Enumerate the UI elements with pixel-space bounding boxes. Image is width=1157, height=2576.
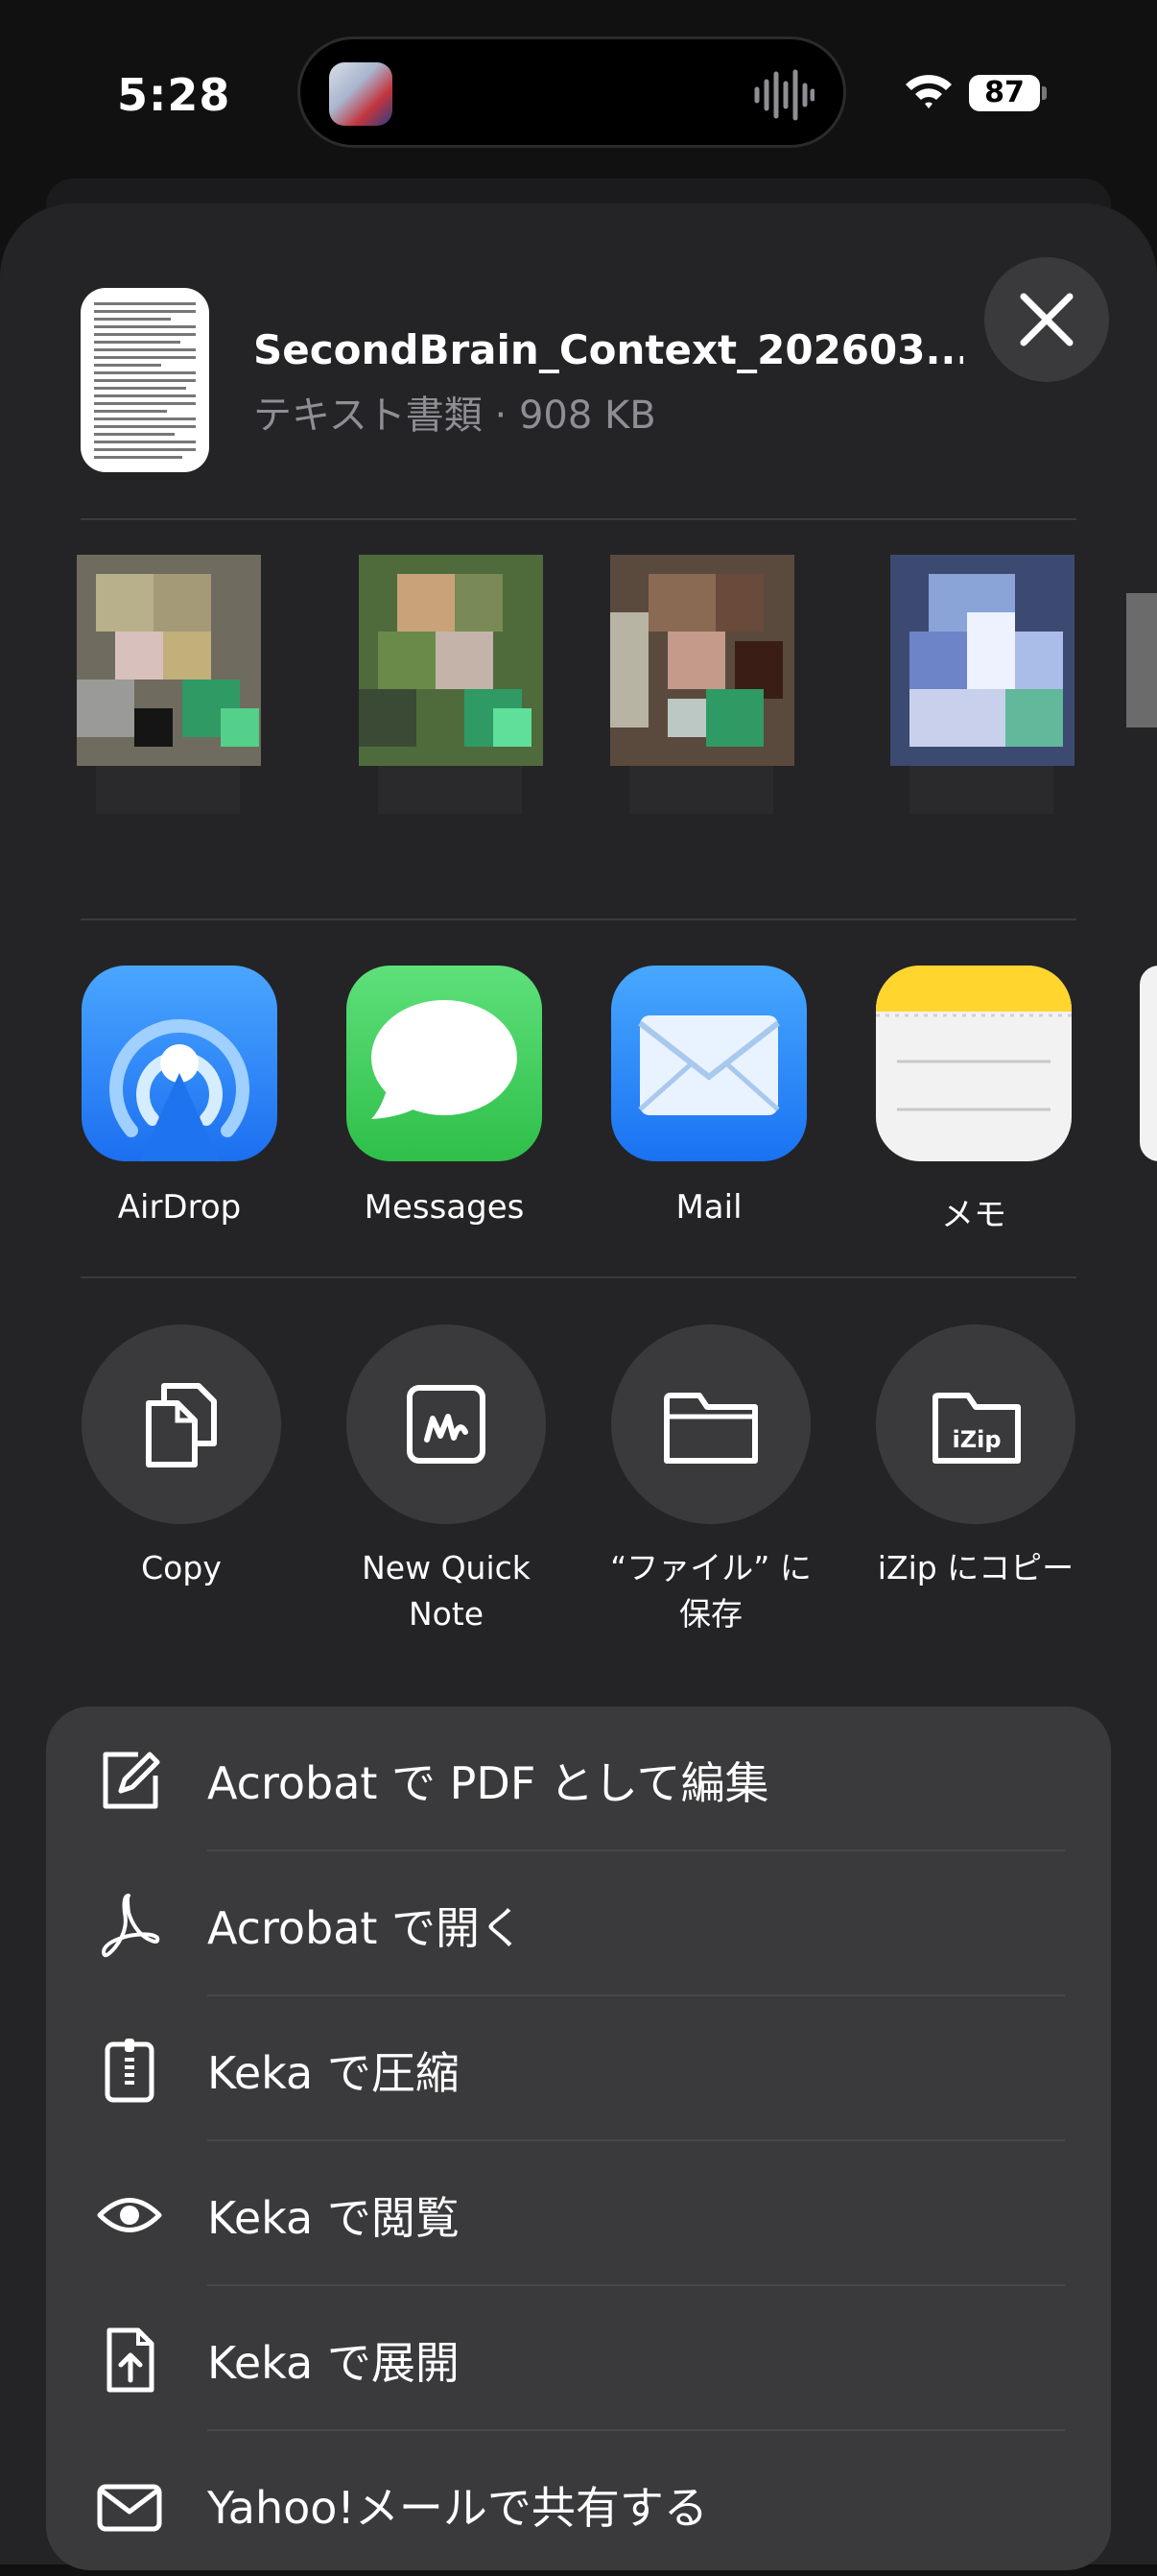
app-thumbnail-icon xyxy=(329,62,392,126)
menu-item-acrobat-edit[interactable]: Acrobat で PDF として編集 xyxy=(46,1706,1111,1851)
menu-item-label: Acrobat で PDF として編集 xyxy=(207,1757,769,1809)
menu-item-label: Acrobat で開く xyxy=(207,1902,525,1954)
messages-icon xyxy=(346,966,542,1161)
menu-item-keka-extract[interactable]: Keka で展開 xyxy=(46,2286,1111,2431)
copy-icon xyxy=(146,1383,217,1467)
app-label: メモ xyxy=(941,1196,1006,1234)
actions-list: Acrobat で PDF として編集 Acrobat で開く Keka で圧縮… xyxy=(46,1706,1111,2570)
menu-item-label: Keka で閲覧 xyxy=(207,2192,460,2244)
battery-icon: 87 xyxy=(969,75,1040,111)
eye-icon xyxy=(97,2198,162,2232)
notes-icon xyxy=(876,966,1072,1161)
action-label: “ファイル” に 保存 xyxy=(610,1549,812,1633)
action-label: Copy xyxy=(141,1549,222,1586)
avatar xyxy=(1126,593,1157,727)
avatar xyxy=(610,555,794,814)
close-button[interactable] xyxy=(984,257,1109,382)
wifi-icon xyxy=(906,75,952,108)
izip-icon-text: iZip xyxy=(952,1426,1001,1453)
action-copy-to-izip[interactable]: iZip iZip にコピー xyxy=(861,1324,1091,1591)
action-save-to-files[interactable]: “ファイル” に 保存 xyxy=(596,1324,826,1637)
app-partial-icon xyxy=(1140,966,1157,1161)
action-new-quick-note[interactable]: New Quick Note xyxy=(331,1324,561,1637)
app-airdrop[interactable]: AirDrop xyxy=(71,966,288,1227)
file-thumbnail xyxy=(81,288,209,472)
app-messages[interactable]: Messages xyxy=(336,966,553,1227)
envelope-icon xyxy=(97,2484,162,2532)
menu-item-keka-view[interactable]: Keka で閲覧 xyxy=(46,2141,1111,2286)
separator xyxy=(81,1276,1076,1278)
menu-item-label: Yahoo!メールで共有する xyxy=(207,2482,708,2534)
airdrop-icon xyxy=(82,966,277,1161)
menu-item-yahoo-mail[interactable]: Yahoo!メールで共有する xyxy=(46,2431,1111,2576)
status-time: 5:28 xyxy=(117,69,231,121)
person-suggestion-2[interactable] xyxy=(340,555,562,823)
app-partial[interactable] xyxy=(1140,966,1157,1161)
file-name: SecondBrain_Context_202603... xyxy=(253,326,963,373)
action-label: New Quick Note xyxy=(362,1549,531,1633)
quick-note-icon xyxy=(407,1385,485,1464)
person-suggestion-3[interactable] xyxy=(591,555,814,823)
menu-item-keka-compress[interactable]: Keka で圧縮 xyxy=(46,1996,1111,2141)
app-label: Messages xyxy=(364,1188,525,1227)
folder-icon xyxy=(664,1393,758,1464)
app-label: AirDrop xyxy=(117,1188,242,1227)
menu-item-label: Keka で圧縮 xyxy=(207,2047,460,2099)
voice-waveform-icon xyxy=(754,69,815,121)
menu-item-acrobat-open[interactable]: Acrobat で開く xyxy=(46,1851,1111,1996)
avatar xyxy=(359,555,543,814)
person-suggestion-4[interactable] xyxy=(871,555,1094,823)
file-meta: テキスト書類 · 908 KB xyxy=(253,394,656,438)
action-copy[interactable]: Copy xyxy=(66,1324,296,1591)
app-notes[interactable]: メモ xyxy=(865,966,1082,1235)
separator xyxy=(81,518,1076,520)
extract-document-icon xyxy=(106,2327,154,2393)
edit-pencil-icon xyxy=(103,1752,160,1809)
dynamic-island[interactable] xyxy=(297,36,846,148)
avatar xyxy=(890,555,1074,814)
app-label: Mail xyxy=(675,1188,743,1227)
mail-icon xyxy=(611,966,807,1161)
person-suggestion-1[interactable] xyxy=(58,555,280,823)
menu-item-label: Keka で展開 xyxy=(207,2337,460,2389)
acrobat-icon xyxy=(102,1894,160,1958)
person-suggestion-5[interactable] xyxy=(1122,555,1157,823)
app-mail[interactable]: Mail xyxy=(601,966,817,1227)
action-label: iZip にコピー xyxy=(877,1549,1074,1586)
separator xyxy=(81,918,1076,920)
close-icon xyxy=(1020,293,1074,346)
izip-folder-icon: iZip xyxy=(933,1393,1021,1464)
battery-nub xyxy=(1042,86,1047,100)
zip-archive-icon xyxy=(105,2039,154,2103)
avatar xyxy=(77,555,261,814)
